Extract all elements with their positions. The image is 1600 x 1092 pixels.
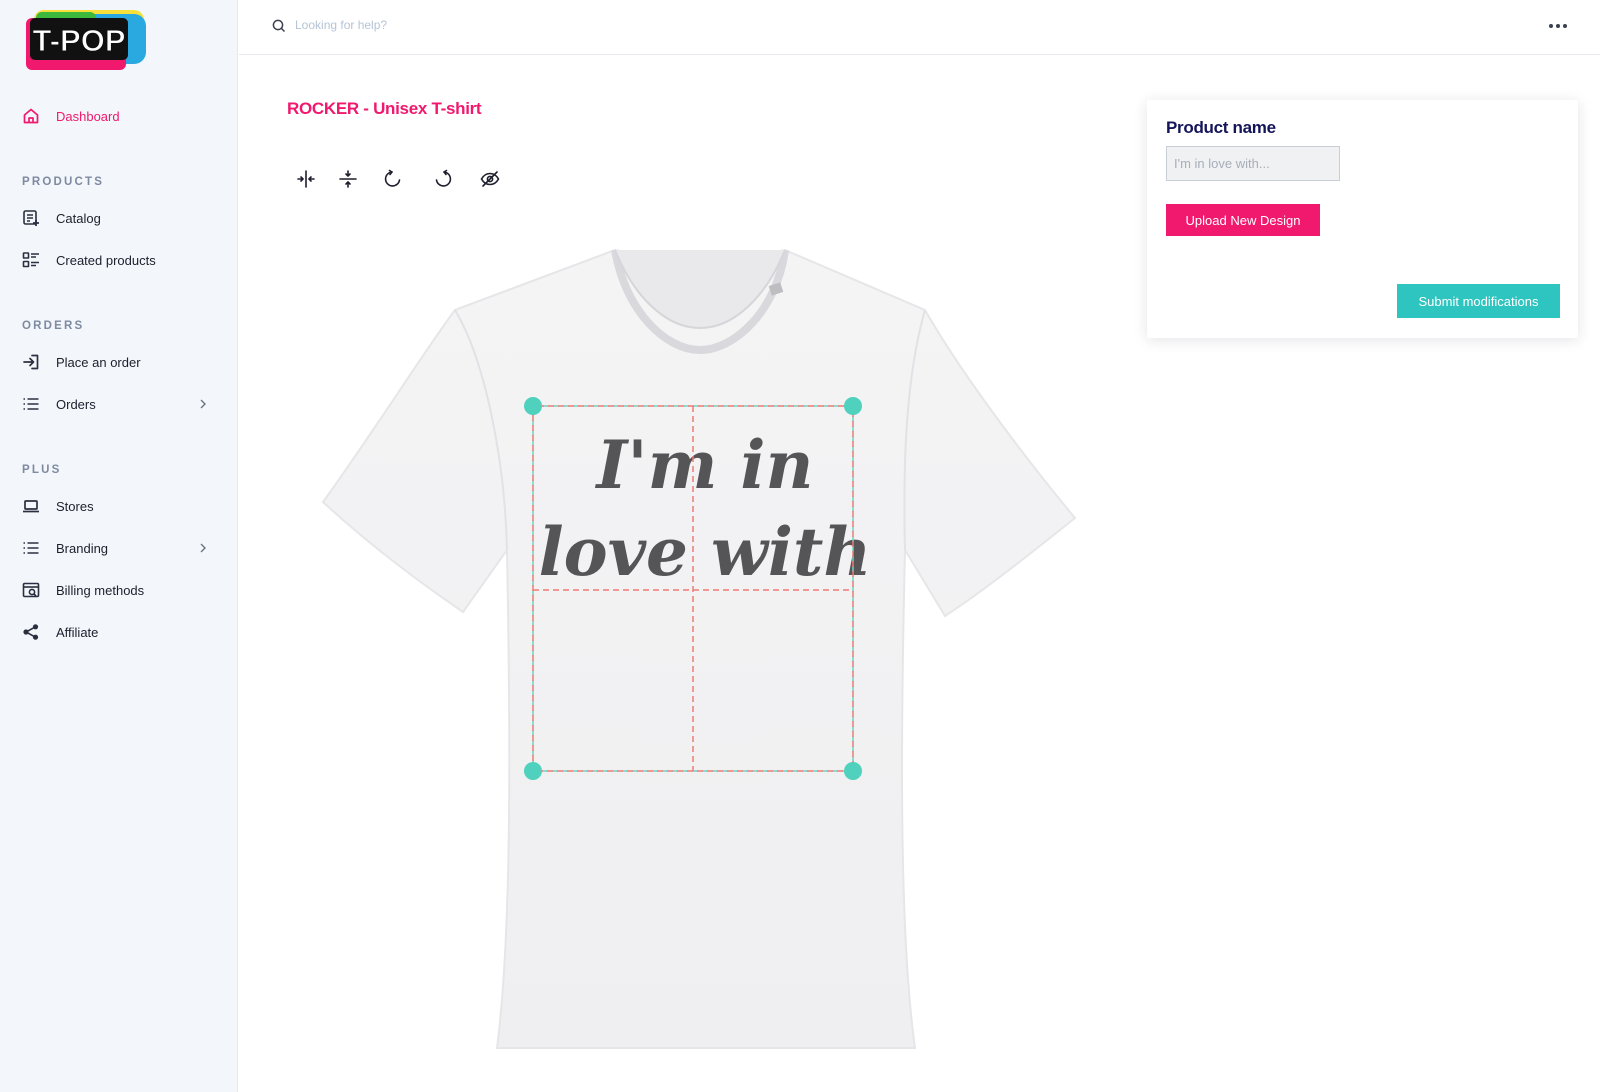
laptop-icon bbox=[22, 497, 40, 515]
section-title-plus: PLUS bbox=[22, 464, 62, 476]
sidebar-item-catalog[interactable]: Catalog bbox=[22, 204, 218, 232]
product-name-input[interactable] bbox=[1166, 146, 1340, 181]
login-arrow-icon bbox=[22, 353, 40, 371]
search-input[interactable] bbox=[295, 13, 695, 37]
section-title-products: PRODUCTS bbox=[22, 176, 105, 188]
sidebar-item-branding[interactable]: Branding bbox=[22, 534, 218, 562]
tshirt-mockup bbox=[321, 248, 1077, 1049]
rotate-right-button[interactable] bbox=[430, 168, 456, 194]
sidebar-item-label: Created products bbox=[56, 252, 156, 268]
sidebar-item-billing-methods[interactable]: Billing methods bbox=[22, 576, 218, 604]
submit-modifications-button[interactable]: Submit modifications bbox=[1397, 284, 1560, 318]
sidebar-item-label: Billing methods bbox=[56, 582, 145, 598]
sidebar-item-affiliate[interactable]: Affiliate bbox=[22, 618, 218, 646]
design-text-line-1: I'm in bbox=[595, 426, 814, 504]
rotate-left-button[interactable] bbox=[380, 168, 406, 194]
home-icon bbox=[22, 107, 40, 125]
share-icon bbox=[22, 623, 40, 641]
sidebar-item-dashboard[interactable]: Dashboard bbox=[22, 102, 218, 130]
center-vertical-icon bbox=[338, 169, 358, 194]
sidebar-item-stores[interactable]: Stores bbox=[22, 492, 218, 520]
center-vertical-button[interactable] bbox=[335, 168, 361, 194]
list-icon bbox=[22, 395, 40, 413]
rotate-left-icon bbox=[383, 169, 403, 194]
upload-design-button[interactable]: Upload New Design bbox=[1166, 204, 1320, 236]
chevron-right-icon bbox=[198, 397, 208, 411]
design-canvas[interactable]: I'm in love with bbox=[315, 240, 1095, 1060]
resize-handle-top-left[interactable] bbox=[524, 397, 542, 415]
product-name-title: Product name bbox=[1166, 118, 1276, 137]
sidebar-item-place-order[interactable]: Place an order bbox=[22, 348, 218, 376]
logo-text: T-POP bbox=[32, 23, 125, 58]
sidebar-item-label: Place an order bbox=[56, 354, 141, 370]
resize-handle-bottom-left[interactable] bbox=[524, 762, 542, 780]
logo[interactable]: T-POP bbox=[22, 6, 148, 72]
product-panel: Product name Upload New Design Submit mo… bbox=[1147, 100, 1578, 338]
search-icon bbox=[271, 18, 287, 34]
sidebar-item-label: Dashboard bbox=[56, 108, 120, 124]
sidebar-item-label: Stores bbox=[56, 498, 94, 514]
center-horizontal-button[interactable] bbox=[293, 168, 319, 194]
sidebar: T-POP Dashboard PRODUCTS Catalog Created… bbox=[0, 0, 238, 1092]
resize-handle-bottom-right[interactable] bbox=[844, 762, 862, 780]
chevron-right-icon bbox=[198, 541, 208, 555]
resize-handle-top-right[interactable] bbox=[844, 397, 862, 415]
sidebar-item-orders[interactable]: Orders bbox=[22, 390, 218, 418]
sidebar-item-label: Catalog bbox=[56, 210, 101, 226]
section-title-orders: ORDERS bbox=[22, 320, 85, 332]
more-options-icon[interactable] bbox=[1546, 18, 1570, 34]
page-title: ROCKER - Unisex T-shirt bbox=[287, 99, 482, 118]
top-bar bbox=[239, 0, 1600, 55]
design-text-line-2: love with bbox=[539, 513, 872, 591]
toggle-visibility-button[interactable] bbox=[477, 168, 503, 194]
rotate-right-icon bbox=[433, 169, 453, 194]
sidebar-item-label: Branding bbox=[56, 540, 109, 556]
sidebar-item-label: Orders bbox=[56, 396, 96, 412]
list-icon bbox=[22, 539, 40, 557]
catalog-icon bbox=[22, 209, 40, 227]
billing-icon bbox=[22, 581, 40, 599]
sidebar-item-label: Affiliate bbox=[56, 624, 99, 640]
list-detail-icon bbox=[22, 251, 40, 269]
hide-icon bbox=[480, 169, 500, 194]
sidebar-item-created-products[interactable]: Created products bbox=[22, 246, 218, 274]
center-horizontal-icon bbox=[296, 169, 316, 194]
